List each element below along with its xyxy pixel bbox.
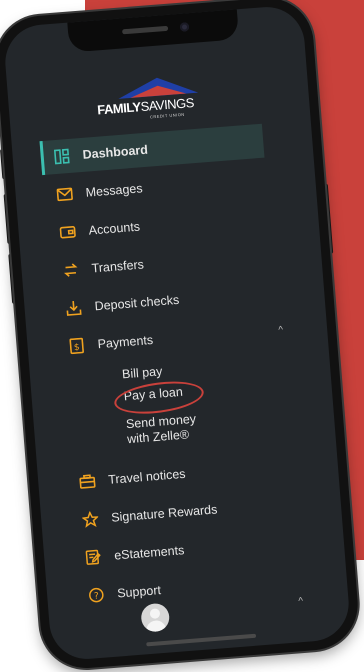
home-indicator: [146, 634, 256, 647]
envelope-icon: [55, 185, 74, 204]
nav-label: Signature Rewards: [111, 502, 218, 524]
avatar-body: [146, 620, 167, 633]
phone-frame: FAMILYSAVINGS CREDIT UNION Dashboard: [0, 0, 361, 671]
dashboard-icon: [52, 147, 71, 166]
nav-label: Payments: [97, 333, 154, 351]
download-tray-icon: [64, 298, 83, 317]
svg-text:?: ?: [94, 591, 100, 601]
family-savings-logo[interactable]: FAMILYSAVINGS CREDIT UNION: [87, 70, 230, 131]
front-camera: [180, 22, 190, 32]
speaker-grille: [122, 26, 168, 35]
nav-label: Messages: [85, 181, 143, 199]
transfer-arrows-icon: [61, 260, 80, 279]
sub-item-send-money-zelle[interactable]: Send money with Zelle®: [125, 412, 197, 447]
user-avatar[interactable]: [140, 603, 170, 633]
chevron-up-icon[interactable]: ^: [298, 596, 304, 607]
sidebar-nav-lower: Travel notices Signature Rewards: [37, 447, 336, 471]
sub-item-bill-pay[interactable]: Bill pay: [122, 364, 163, 382]
nav-label: eStatements: [114, 543, 185, 562]
app-screen: FAMILYSAVINGS CREDIT UNION Dashboard: [3, 4, 352, 662]
phone-device: FAMILYSAVINGS CREDIT UNION Dashboard: [0, 0, 361, 671]
document-edit-icon: [84, 548, 103, 567]
nav-label: Travel notices: [108, 467, 186, 487]
help-circle-icon: ?: [87, 585, 106, 604]
svg-text:$: $: [74, 343, 81, 353]
nav-label: Support: [117, 583, 162, 600]
wallet-icon: [58, 223, 77, 242]
nav-label: Deposit checks: [94, 293, 180, 314]
logo-family-text: FAMILY: [97, 99, 142, 117]
chevron-up-icon[interactable]: ^: [278, 324, 284, 335]
star-icon: [81, 510, 100, 529]
nav-label: Transfers: [91, 257, 144, 275]
notch: [67, 9, 239, 52]
logo-savings-text: SAVINGS: [140, 95, 194, 114]
dollar-receipt-icon: $: [67, 336, 86, 355]
avatar-head: [150, 608, 161, 619]
suitcase-icon: [78, 472, 97, 491]
nav-label: Accounts: [88, 220, 140, 238]
